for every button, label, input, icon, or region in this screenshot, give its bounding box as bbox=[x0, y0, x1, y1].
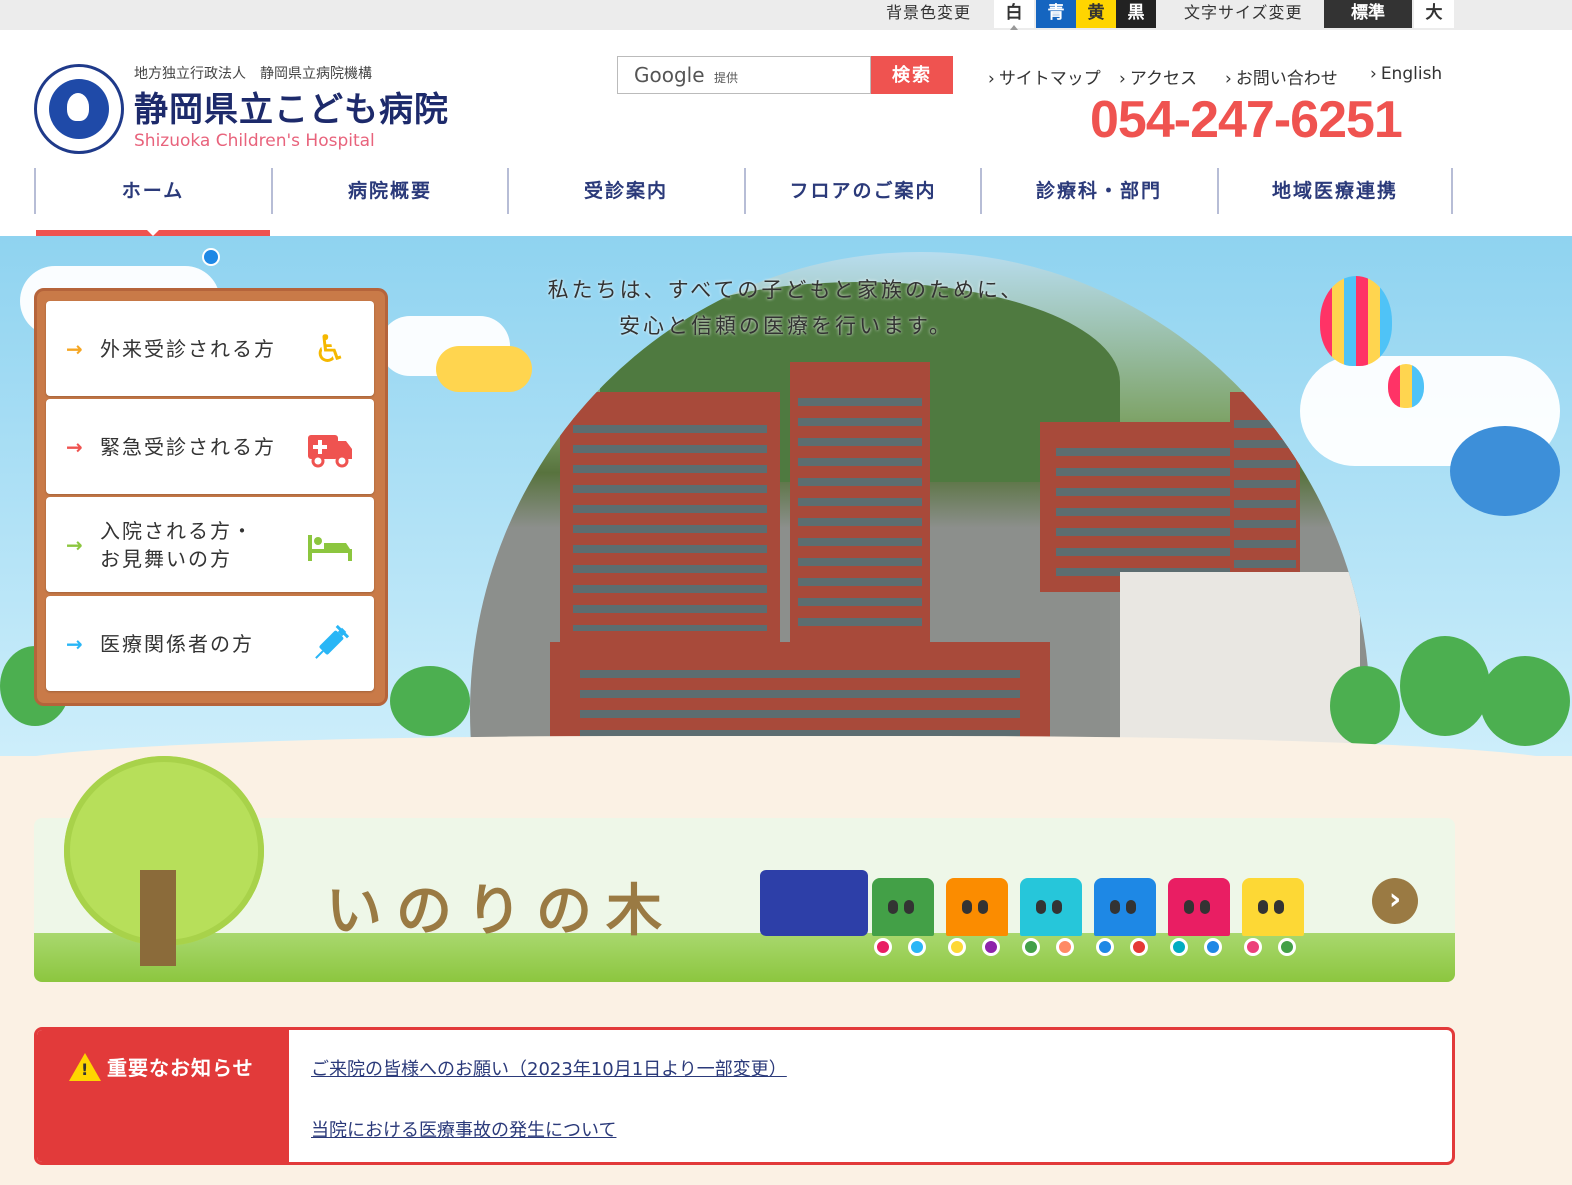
important-notice: ! 重要なお知らせ ご来院の皆様へのお願い（2023年10月1日より一部変更） … bbox=[34, 1027, 1455, 1165]
font-standard-button[interactable]: 標準 bbox=[1324, 0, 1412, 28]
bg-blue-button[interactable]: 青 bbox=[1036, 0, 1076, 28]
arrow-right-icon: → bbox=[66, 434, 83, 459]
font-size-label: 文字サイズ変更 bbox=[1184, 3, 1303, 22]
nav-home[interactable]: ホーム bbox=[34, 168, 270, 214]
chevron-right-icon: › bbox=[988, 69, 995, 89]
nav-floor-guide[interactable]: フロアのご案内 bbox=[744, 168, 980, 214]
hospital-name-en: Shizuoka Children's Hospital bbox=[134, 131, 375, 151]
menu-emergency-label: 緊急受診される方 bbox=[100, 434, 276, 459]
menu-medical-staff[interactable]: → 医療関係者の方 bbox=[46, 596, 374, 691]
train-wheel-illustration bbox=[1278, 938, 1296, 956]
arrow-right-icon: → bbox=[66, 336, 83, 361]
tree-illustration bbox=[1400, 636, 1490, 736]
sitemap-link[interactable]: › サイトマップ bbox=[988, 64, 1101, 89]
search-button[interactable]: 検索 bbox=[871, 56, 953, 94]
hospital-bed-icon bbox=[306, 521, 354, 569]
arrow-right-icon: → bbox=[66, 631, 83, 656]
menu-outpatient-label: 外来受診される方 bbox=[100, 336, 276, 361]
train-car-illustration bbox=[1020, 878, 1082, 936]
hot-air-balloon-illustration bbox=[1388, 364, 1424, 408]
board-pin-icon bbox=[202, 248, 220, 266]
menu-emergency[interactable]: → 緊急受診される方 bbox=[46, 399, 374, 494]
nav-departments[interactable]: 診療科・部門 bbox=[980, 168, 1216, 214]
train-car-illustration bbox=[1242, 878, 1304, 936]
train-wheel-illustration bbox=[1022, 938, 1040, 956]
bg-black-button[interactable]: 黒 bbox=[1116, 0, 1156, 28]
organization-name: 地方独立行政法人 静岡県立病院機構 bbox=[134, 66, 372, 82]
utility-bar: 背景色変更 白 青 黄 黒 文字サイズ変更 標準 大 bbox=[0, 0, 1572, 30]
font-large-button[interactable]: 大 bbox=[1414, 0, 1454, 28]
train-wheel-illustration bbox=[1204, 938, 1222, 956]
train-wheel-illustration bbox=[908, 938, 926, 956]
menu-inpatient[interactable]: → 入院される方・ お見舞いの方 bbox=[46, 497, 374, 592]
helicopter-illustration bbox=[436, 346, 532, 392]
train-wheel-illustration bbox=[948, 938, 966, 956]
search-input[interactable]: Google 提供 bbox=[617, 56, 871, 94]
arrow-right-icon: → bbox=[66, 532, 83, 557]
bg-color-label: 背景色変更 bbox=[886, 3, 972, 22]
hot-air-balloon-illustration bbox=[1320, 276, 1392, 366]
menu-outpatient[interactable]: → 外来受診される方 ♿ bbox=[46, 301, 374, 396]
notice-link[interactable]: 当院における医療事故の発生について bbox=[311, 1116, 616, 1142]
global-nav: ホーム 病院概要 受診案内 フロアのご案内 診療科・部門 地域医療連携 bbox=[34, 168, 1455, 214]
menu-medical-staff-label: 医療関係者の方 bbox=[100, 631, 254, 656]
bg-white-button[interactable]: 白 bbox=[994, 0, 1034, 30]
tree-illustration bbox=[390, 666, 470, 736]
english-link[interactable]: › English bbox=[1370, 64, 1442, 84]
chevron-right-icon: › bbox=[1119, 69, 1126, 89]
hospital-building bbox=[1230, 392, 1300, 592]
tree-trunk-illustration bbox=[140, 870, 176, 966]
notice-header: ! 重要なお知らせ bbox=[37, 1030, 289, 1162]
train-wheel-illustration bbox=[982, 938, 1000, 956]
train-car-illustration bbox=[1168, 878, 1230, 936]
bg-yellow-button[interactable]: 黄 bbox=[1076, 0, 1116, 28]
phone-number[interactable]: 054-247-6251 bbox=[1090, 90, 1403, 150]
contact-link[interactable]: › お問い合わせ bbox=[1225, 64, 1338, 89]
train-wheel-illustration bbox=[1056, 938, 1074, 956]
chevron-right-icon[interactable]: › bbox=[1372, 878, 1418, 924]
wheelchair-icon: ♿ bbox=[312, 326, 348, 371]
hospital-name[interactable]: 静岡県立こども病院 bbox=[134, 82, 449, 131]
inori-no-ki-title: いのりの木 bbox=[326, 879, 676, 944]
hospital-building bbox=[790, 362, 930, 662]
train-car-illustration bbox=[946, 878, 1008, 936]
hospital-building-white bbox=[1120, 572, 1360, 756]
train-engine-illustration bbox=[760, 870, 868, 936]
syringe-icon bbox=[306, 620, 354, 668]
train-wheel-illustration bbox=[1170, 938, 1188, 956]
ambulance-icon bbox=[306, 423, 354, 471]
nav-visit-guide[interactable]: 受診案内 bbox=[507, 168, 743, 214]
hospital-building bbox=[560, 392, 780, 652]
notice-title: 重要なお知らせ bbox=[107, 1056, 254, 1080]
train-wheel-illustration bbox=[1244, 938, 1262, 956]
menu-inpatient-label: 入院される方・ お見舞いの方 bbox=[100, 518, 254, 571]
chevron-right-icon: › bbox=[1225, 69, 1232, 89]
nav-about[interactable]: 病院概要 bbox=[271, 168, 507, 214]
access-link[interactable]: › アクセス bbox=[1119, 64, 1197, 89]
hospital-logo-emblem[interactable] bbox=[34, 64, 124, 154]
search-provided-label: 提供 bbox=[714, 71, 739, 85]
tree-illustration bbox=[1330, 666, 1400, 746]
warning-icon-mark: ! bbox=[81, 1060, 89, 1079]
google-logo: Google bbox=[634, 63, 705, 87]
train-wheel-illustration bbox=[1096, 938, 1114, 956]
train-car-illustration bbox=[1094, 878, 1156, 936]
train-car-illustration bbox=[872, 878, 934, 936]
tree-illustration bbox=[1480, 656, 1570, 746]
train-wheel-illustration bbox=[1130, 938, 1148, 956]
notice-link[interactable]: ご来院の皆様へのお願い（2023年10月1日より一部変更） bbox=[311, 1055, 787, 1081]
bird-illustration bbox=[1450, 426, 1560, 516]
train-wheel-illustration bbox=[874, 938, 892, 956]
chevron-right-icon: › bbox=[1370, 64, 1377, 84]
nav-regional-cooperation[interactable]: 地域医療連携 bbox=[1217, 168, 1453, 214]
